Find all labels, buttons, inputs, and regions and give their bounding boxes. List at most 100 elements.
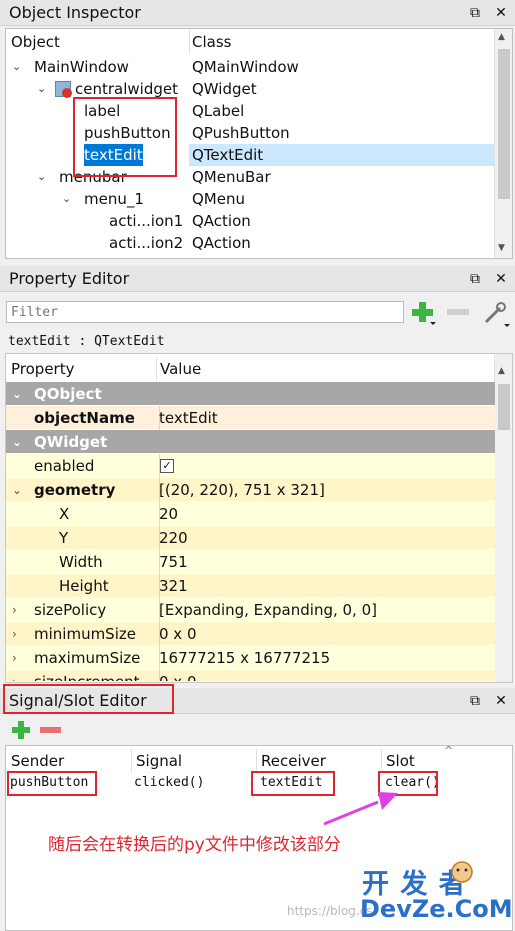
annotation-arrow-icon [323,792,398,826]
chevron-right-icon[interactable]: › [12,622,17,646]
annotation-text: 随后会在转换后的py文件中修改该部分 [48,835,341,855]
chevron-down-icon[interactable]: ⌄ [12,478,22,502]
column-header-receiver[interactable]: Receiver [261,749,326,773]
column-header-value[interactable]: Value [160,357,201,381]
chevron-right-icon[interactable]: › [12,670,17,681]
column-header-object[interactable]: Object [11,30,60,54]
connection-signal[interactable]: clicked() [134,772,204,794]
property-name: X [59,505,70,523]
column-header-property[interactable]: Property [11,357,74,381]
object-inspector-title: Object Inspector [9,3,141,22]
property-value[interactable]: 0 x 0 [159,670,197,681]
widget-icon [55,81,72,98]
property-name: QObject [34,385,102,403]
property-row[interactable]: Height 321 [6,574,495,598]
property-name: objectName [34,409,135,427]
expand-chevron-icon[interactable]: ⌄ [62,188,71,210]
object-name[interactable]: menu_1 [84,188,144,210]
expand-chevron-icon[interactable]: ⌄ [37,78,46,100]
property-row[interactable]: objectName textEdit [6,406,495,430]
property-row[interactable]: Width 751 [6,550,495,574]
column-header-signal[interactable]: Signal [136,749,182,773]
chevron-down-icon[interactable]: ⌄ [12,382,22,406]
property-value[interactable]: textEdit [159,406,218,430]
enabled-checkbox[interactable]: ✓ [160,459,174,473]
expand-chevron-icon[interactable]: ⌄ [12,56,21,78]
property-row[interactable]: › minimumSize 0 x 0 [6,622,495,646]
property-value[interactable]: 751 [159,550,188,574]
object-class[interactable]: QMenu [192,188,245,210]
add-connection-button[interactable] [10,719,32,741]
float-icon[interactable]: ⧉ [467,4,483,22]
float-icon[interactable]: ⧉ [467,692,483,710]
column-header-slot[interactable]: Slot [386,749,415,773]
watermark-mascot-icon [451,861,473,883]
object-class[interactable]: QAction [192,232,251,254]
column-header-sender[interactable]: Sender [11,749,64,773]
object-class[interactable]: QAction [192,210,251,232]
plus-icon [412,302,436,325]
property-name: Width [59,553,103,571]
plus-icon [12,721,30,739]
tools-button[interactable] [482,300,510,328]
property-row[interactable]: enabled ✓ [6,454,495,478]
expand-chevron-icon[interactable]: ⌄ [37,166,46,188]
object-type-label: textEdit : QTextEdit [8,334,165,349]
object-class[interactable]: QLabel [192,100,244,122]
object-name[interactable]: acti...ion1 [109,210,183,232]
property-value[interactable]: 220 [159,526,188,550]
property-name: enabled [34,457,95,475]
close-icon[interactable]: ✕ [493,692,509,710]
property-category[interactable]: ⌄ QWidget [6,430,495,454]
property-name: sizePolicy [34,601,107,619]
property-value[interactable]: [Expanding, Expanding, 0, 0] [159,598,377,622]
object-tree-row[interactable]: ⌄ MainWindow QMainWindow [6,56,494,78]
object-class[interactable]: QMenuBar [192,166,271,188]
object-tree-row[interactable]: acti...ion1 QAction [6,210,494,232]
property-row[interactable]: › sizeIncrement 0 x 0 [6,670,495,682]
object-inspector-titlebar: Object Inspector ⧉ ✕ [0,0,515,26]
object-name[interactable]: acti...ion2 [109,232,183,254]
property-name: maximumSize [34,649,141,667]
object-class[interactable]: QMainWindow [192,56,299,78]
object-class[interactable]: QTextEdit [192,144,263,166]
wrench-icon [484,302,510,327]
property-row[interactable]: Y 220 [6,526,495,550]
property-category[interactable]: ⌄ QObject [6,382,495,406]
close-icon[interactable]: ✕ [493,270,509,288]
chevron-right-icon[interactable]: › [12,598,17,622]
close-icon[interactable]: ✕ [493,4,509,22]
property-value[interactable]: 16777215 x 16777215 [159,646,330,670]
chevron-right-icon[interactable]: › [12,646,17,670]
property-row[interactable]: X 20 [6,502,495,526]
object-class[interactable]: QPushButton [192,122,290,144]
float-icon[interactable]: ⧉ [467,270,483,288]
property-table-scrollbar[interactable]: ▲ [494,354,512,682]
filter-input[interactable] [6,301,404,323]
scrollbar-thumb[interactable] [498,49,510,199]
object-class[interactable]: QWidget [192,78,257,100]
highlight-box-title [3,684,174,714]
add-property-button[interactable] [410,300,436,326]
object-name[interactable]: MainWindow [34,56,129,78]
remove-property-button[interactable] [447,309,469,315]
property-row[interactable]: › maximumSize 16777215 x 16777215 [6,646,495,670]
remove-connection-button[interactable] [40,727,61,733]
sort-indicator-icon: ^ [444,745,454,757]
property-value[interactable]: 20 [159,502,178,526]
property-value[interactable]: 0 x 0 [159,622,197,646]
property-row[interactable]: › sizePolicy [Expanding, Expanding, 0, 0] [6,598,495,622]
chevron-down-icon[interactable]: ⌄ [12,430,22,454]
property-table-header: Property Value [6,357,494,381]
property-value[interactable]: 321 [159,574,188,598]
scrollbar-thumb[interactable] [498,384,510,430]
property-name: geometry [34,481,116,499]
property-name: Height [59,577,109,595]
object-tree-scrollbar[interactable]: ▲ ▼ [494,29,512,258]
property-value[interactable]: [(20, 220), 751 x 321] [159,478,325,502]
property-row[interactable]: ⌄ geometry [(20, 220), 751 x 321] [6,478,495,502]
watermark-logo-bottom: DevZe.CoM [360,895,513,923]
object-tree-row[interactable]: ⌄ menu_1 QMenu [6,188,494,210]
object-tree-row[interactable]: acti...ion2 QAction [6,232,494,254]
column-header-class[interactable]: Class [192,30,231,54]
